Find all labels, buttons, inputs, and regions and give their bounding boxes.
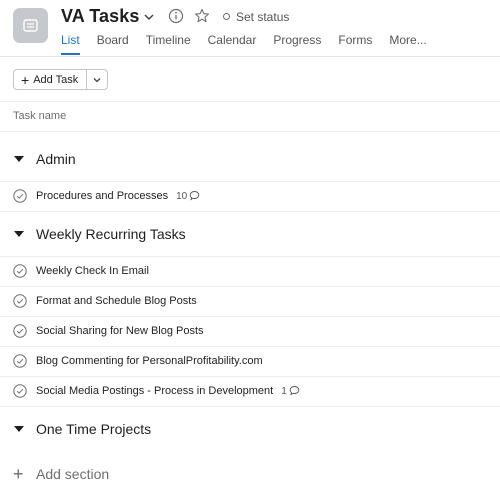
comment-count-value: 1 xyxy=(281,386,287,397)
tab-board[interactable]: Board xyxy=(97,33,129,55)
task-name[interactable]: Format and Schedule Blog Posts xyxy=(36,295,197,307)
status-circle-icon[interactable] xyxy=(223,13,230,20)
chevron-down-icon xyxy=(93,77,101,82)
plus-icon: + xyxy=(13,464,24,484)
tab-timeline[interactable]: Timeline xyxy=(146,33,191,55)
check-circle-icon[interactable] xyxy=(13,384,27,398)
task-row[interactable]: Social Sharing for New Blog Posts xyxy=(0,317,500,347)
project-header: VA Tasks Set status List Board Timeline … xyxy=(0,0,500,56)
project-title: VA Tasks xyxy=(61,6,140,26)
task-row[interactable]: Weekly Check In Email xyxy=(0,257,500,287)
comment-bubble-icon xyxy=(189,191,200,201)
tab-calendar[interactable]: Calendar xyxy=(208,33,257,55)
task-row[interactable]: Social Media Postings - Process in Devel… xyxy=(0,377,500,407)
caret-down-icon[interactable] xyxy=(14,426,24,432)
check-circle-icon[interactable] xyxy=(13,324,27,338)
tab-forms[interactable]: Forms xyxy=(338,33,372,55)
add-section-button[interactable]: + Add section xyxy=(13,463,109,485)
add-section-label: Add section xyxy=(36,466,110,482)
tab-list[interactable]: List xyxy=(61,33,80,55)
divider xyxy=(0,101,500,102)
comment-count[interactable]: 1 xyxy=(281,386,300,397)
check-circle-icon[interactable] xyxy=(13,354,27,368)
divider xyxy=(0,131,500,132)
divider xyxy=(0,211,500,212)
divider xyxy=(0,406,500,407)
check-circle-icon[interactable] xyxy=(13,264,27,278)
add-task-dropdown-button[interactable] xyxy=(87,70,107,89)
caret-down-icon[interactable] xyxy=(14,156,24,162)
check-circle-icon[interactable] xyxy=(13,294,27,308)
section-title[interactable]: Admin xyxy=(36,151,76,167)
task-name[interactable]: Blog Commenting for PersonalProfitabilit… xyxy=(36,355,263,367)
plus-icon: + xyxy=(21,71,30,88)
section-weekly-recurring-tasks: Weekly Recurring Tasks xyxy=(0,220,500,250)
task-row[interactable]: Blog Commenting for PersonalProfitabilit… xyxy=(0,347,500,377)
add-task-label: Add Task xyxy=(33,73,79,86)
add-task-button-group: + Add Task xyxy=(13,69,108,90)
task-name[interactable]: Procedures and Processes 10 xyxy=(36,190,200,202)
list-project-icon-glyph xyxy=(23,19,38,32)
task-name[interactable]: Social Media Postings - Process in Devel… xyxy=(36,385,300,397)
chevron-down-icon[interactable] xyxy=(143,10,155,28)
tab-progress[interactable]: Progress xyxy=(273,33,321,55)
header-divider xyxy=(0,56,500,57)
task-name[interactable]: Social Sharing for New Blog Posts xyxy=(36,325,204,337)
task-name[interactable]: Weekly Check In Email xyxy=(36,265,149,277)
star-icon[interactable] xyxy=(194,8,210,29)
set-status-link[interactable]: Set status xyxy=(236,10,289,24)
section-title[interactable]: Weekly Recurring Tasks xyxy=(36,226,186,242)
comment-count-value: 10 xyxy=(176,191,188,202)
comment-count[interactable]: 10 xyxy=(176,191,200,202)
column-header-task-name[interactable]: Task name xyxy=(13,110,66,122)
task-row[interactable]: Procedures and Processes 10 xyxy=(0,182,500,212)
task-name-text: Procedures and Processes xyxy=(36,190,169,202)
add-task-button[interactable]: + Add Task xyxy=(14,70,87,89)
task-row[interactable]: Format and Schedule Blog Posts xyxy=(0,287,500,317)
section-title[interactable]: One Time Projects xyxy=(36,421,151,437)
info-icon[interactable] xyxy=(168,8,184,29)
section-admin: Admin xyxy=(0,145,500,175)
tab-more[interactable]: More... xyxy=(389,33,426,55)
comment-bubble-icon xyxy=(289,386,300,396)
list-project-icon[interactable] xyxy=(13,8,48,43)
project-tabs: List Board Timeline Calendar Progress Fo… xyxy=(61,33,444,55)
task-name-text: Social Media Postings - Process in Devel… xyxy=(36,385,274,397)
caret-down-icon[interactable] xyxy=(14,231,24,237)
check-circle-icon[interactable] xyxy=(13,189,27,203)
section-one-time-projects: One Time Projects xyxy=(0,415,500,445)
